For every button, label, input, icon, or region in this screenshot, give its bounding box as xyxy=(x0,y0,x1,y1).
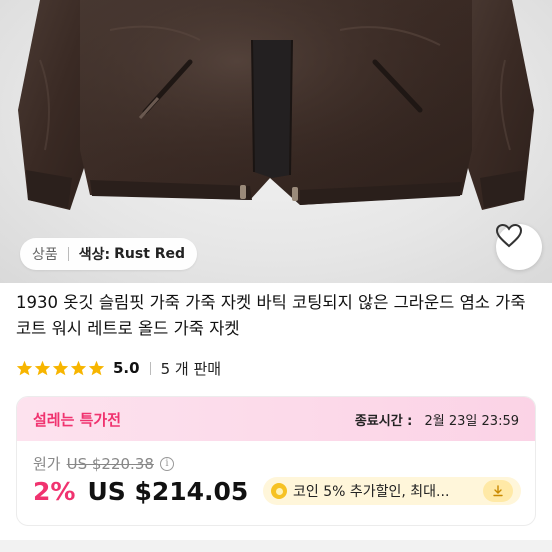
divider xyxy=(149,361,151,375)
info-icon[interactable]: i xyxy=(159,456,174,471)
color-label: 색상: xyxy=(78,247,111,263)
deal-card: 설레는 특가전 종료시간 : 2월 23일 23:59 원가 US $220.3… xyxy=(16,396,536,526)
variant-selector[interactable]: 상품 색상: Rust Red xyxy=(20,238,198,270)
product-title: 1930 옷깃 슬림핏 가죽 가죽 자켓 바틱 코팅되지 않은 그라운드 염소 … xyxy=(16,293,526,338)
price-row: 2% US $214.05 xyxy=(33,477,248,506)
star-icon xyxy=(16,360,33,376)
star-icon xyxy=(70,360,87,376)
rating-score: 5.0 xyxy=(113,359,140,377)
coin-discount-chip[interactable]: 코인 5% 추가할인, 최대... xyxy=(263,477,521,505)
deal-name: 설레는 특가전 xyxy=(33,410,122,429)
discount-percent: 2% xyxy=(33,477,76,506)
original-price-label: 원가 xyxy=(33,455,61,473)
heart-outline-icon xyxy=(496,224,522,248)
star-rating xyxy=(16,360,105,376)
deal-end-time: 종료시간 : 2월 23일 23:59 xyxy=(355,410,519,429)
original-price: US $220.38 xyxy=(66,454,154,473)
end-time-value: 2월 23일 23:59 xyxy=(424,413,519,429)
download-arrow-glyph xyxy=(493,485,503,497)
star-icon xyxy=(34,360,51,376)
section-divider xyxy=(0,540,552,552)
divider xyxy=(67,247,69,261)
category-label: 상품 xyxy=(32,247,58,263)
sold-count: 5 개 판매 xyxy=(160,359,222,378)
star-icon xyxy=(52,360,69,376)
coin-discount-text: 코인 5% 추가할인, 최대... xyxy=(293,484,450,500)
product-image[interactable]: 상품 색상: Rust Red xyxy=(0,0,552,283)
color-value: Rust Red xyxy=(114,246,186,262)
deal-header[interactable]: 설레는 특가전 종료시간 : 2월 23일 23:59 xyxy=(17,397,535,441)
coin-icon xyxy=(271,483,287,499)
download-arrow-icon[interactable] xyxy=(483,480,513,502)
rating-row[interactable]: 5.0 5 개 판매 xyxy=(16,358,221,378)
star-icon xyxy=(88,360,105,376)
wishlist-button[interactable] xyxy=(496,224,542,270)
end-time-label: 종료시간 : xyxy=(354,413,413,429)
sale-price: US $214.05 xyxy=(87,477,249,506)
original-price-row: 원가 US $220.38 i xyxy=(33,453,174,474)
